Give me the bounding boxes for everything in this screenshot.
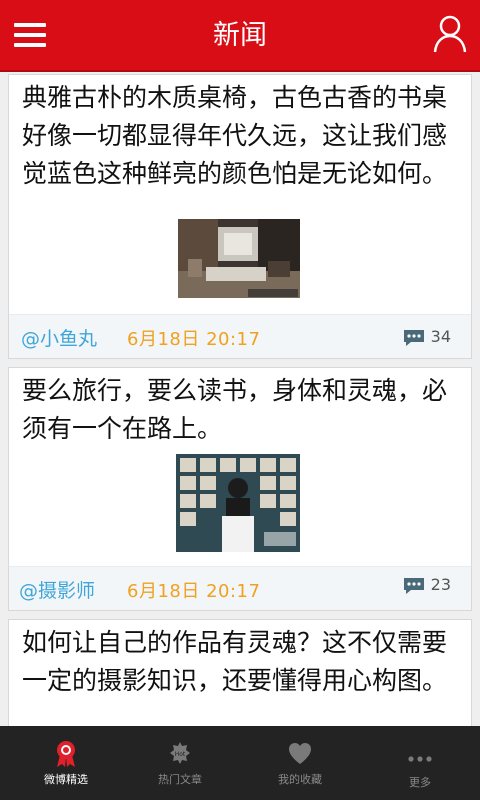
- bottom-tab-bar: 微博精选 Hot 热门文章 我的收藏 更多: [0, 726, 480, 800]
- post-text: 典雅古朴的木质桌椅，古色古香的书桌好像一切都显得年代久远，这让我们感觉蓝色这种鲜…: [22, 83, 448, 188]
- post-card[interactable]: 如何让自己的作品有灵魂？这不仅需要一定的摄影知识，还要懂得用心构图。: [8, 619, 472, 739]
- comment-icon: [403, 578, 424, 594]
- app-header: 新闻: [0, 0, 480, 72]
- tab-hot-articles[interactable]: Hot 热门文章: [120, 726, 240, 800]
- comment-count[interactable]: 23: [403, 573, 451, 595]
- comment-count-value: 23: [430, 574, 451, 594]
- post-card[interactable]: 要么旅行，要么读书，身体和灵魂，必须有一个在路上。 @摄影师 6月18日 20:…: [8, 367, 472, 611]
- post-image[interactable]: [178, 219, 300, 298]
- tab-more[interactable]: 更多: [360, 726, 480, 800]
- user-icon[interactable]: [432, 14, 468, 54]
- hot-icon: Hot: [170, 742, 190, 764]
- svg-text:Hot: Hot: [175, 751, 186, 758]
- comment-count[interactable]: 34: [403, 325, 451, 347]
- post-author[interactable]: @小鱼丸: [21, 324, 97, 351]
- more-icon: [408, 756, 432, 762]
- post-card[interactable]: 典雅古朴的木质桌椅，古色古香的书桌好像一切都显得年代久远，这让我们感觉蓝色这种鲜…: [8, 74, 472, 359]
- post-image[interactable]: [176, 454, 300, 552]
- tab-weibo-picks[interactable]: 微博精选: [6, 726, 126, 800]
- tab-label: 我的收藏: [278, 773, 322, 786]
- post-author[interactable]: @摄影师: [19, 576, 95, 603]
- comment-count-value: 34: [430, 326, 451, 346]
- tab-label: 更多: [409, 776, 431, 789]
- post-date: 6月18日 20:17: [127, 581, 261, 602]
- tab-label: 微博精选: [44, 773, 88, 786]
- post-text: 要么旅行，要么读书，身体和灵魂，必须有一个在路上。: [22, 376, 448, 443]
- page-title: 新闻: [213, 20, 267, 51]
- tab-label: 热门文章: [158, 773, 202, 786]
- post-footer: @摄影师 6月18日 20:17 23: [9, 566, 471, 610]
- post-footer: @小鱼丸 6月18日 20:17 34: [9, 314, 471, 358]
- heart-icon: [289, 743, 311, 764]
- post-text: 如何让自己的作品有灵魂？这不仅需要一定的摄影知识，还要懂得用心构图。: [22, 628, 448, 695]
- comment-icon: [403, 330, 424, 346]
- post-date: 6月18日 20:17: [127, 329, 261, 350]
- ribbon-icon: [57, 741, 75, 767]
- tab-my-favorites[interactable]: 我的收藏: [240, 726, 360, 800]
